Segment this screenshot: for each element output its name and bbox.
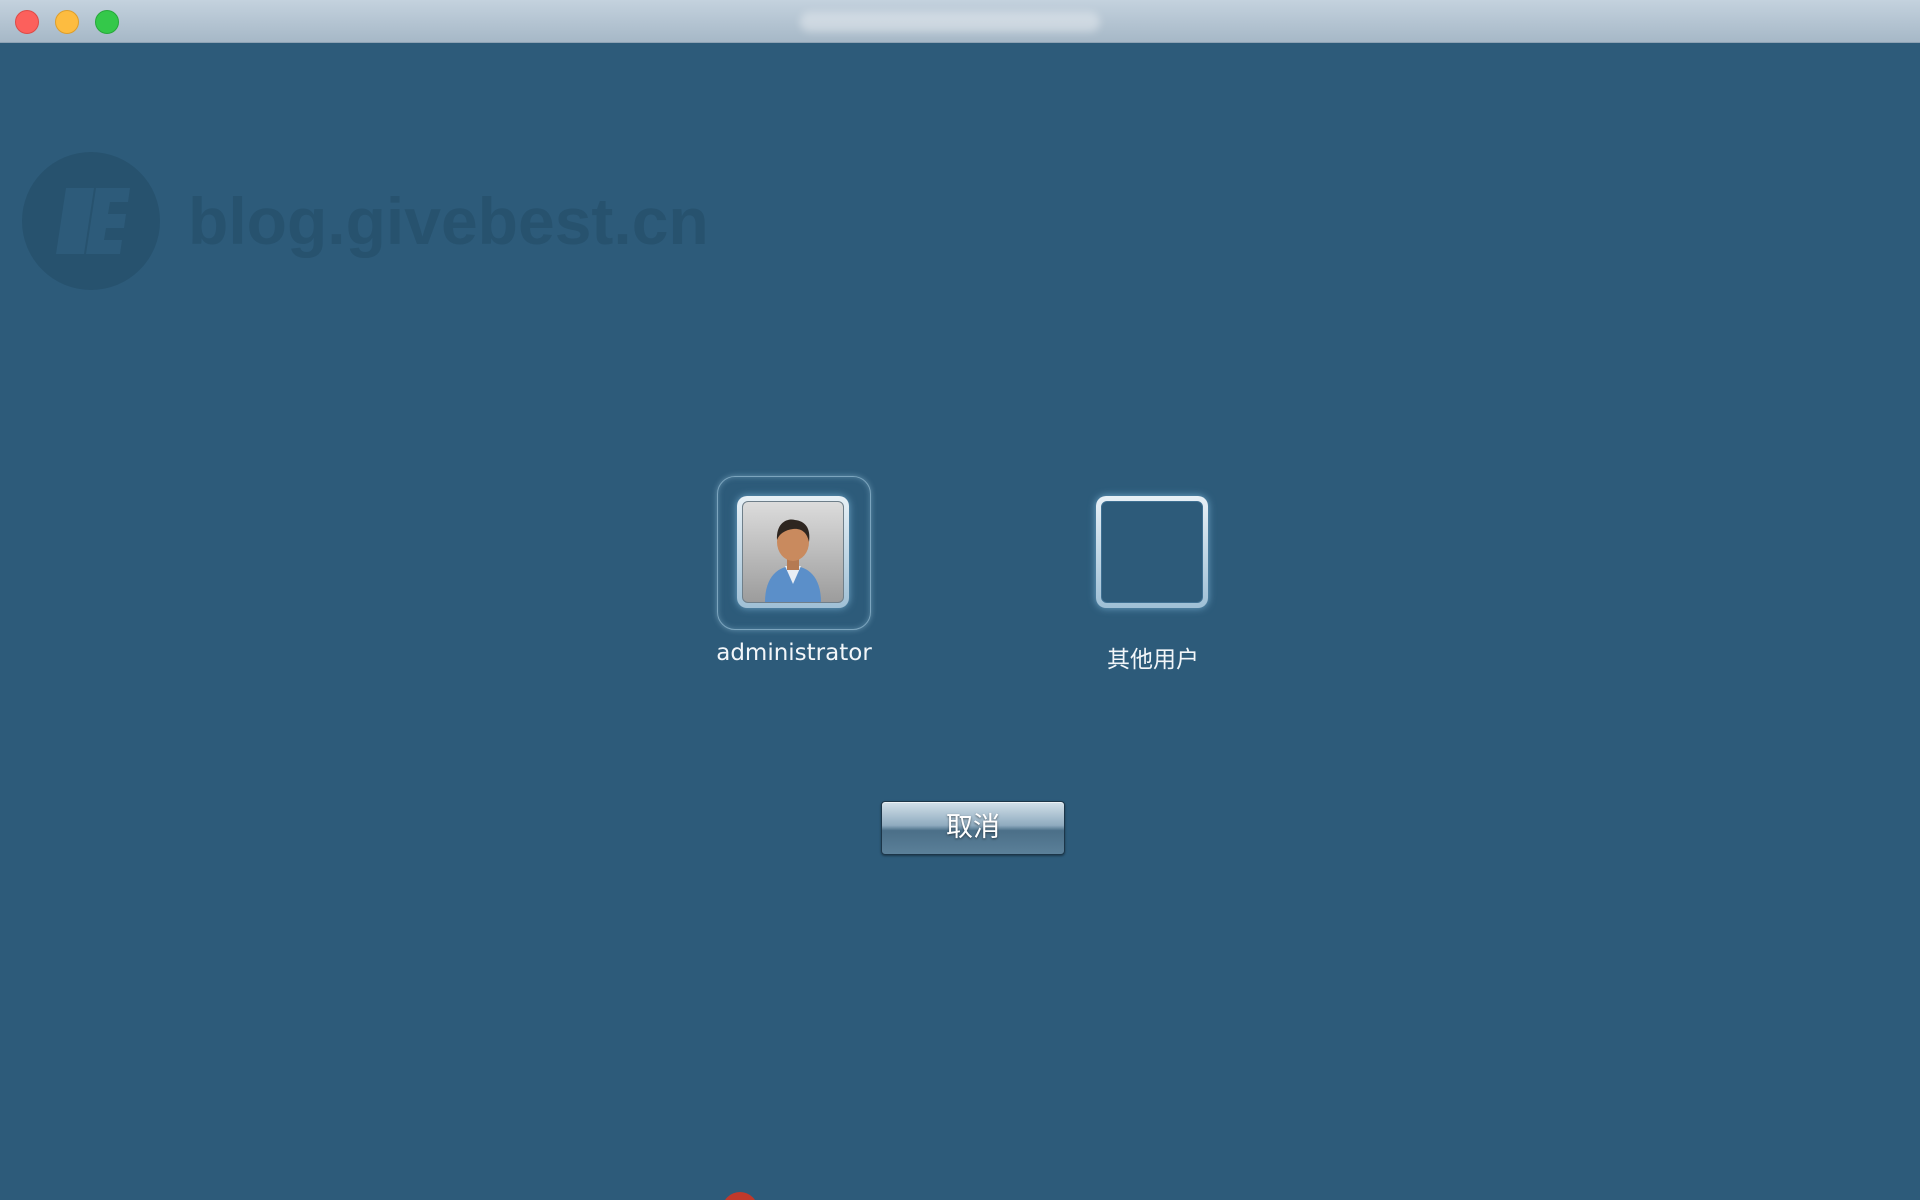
user-tile-administrator[interactable]: administrator [714, 476, 874, 666]
title-bar [0, 0, 1920, 43]
user-avatar-icon [742, 501, 844, 603]
watermark: blog.givebest.cn [22, 152, 709, 290]
close-window-button[interactable] [15, 10, 39, 34]
shutdown-icon[interactable] [722, 1192, 758, 1200]
avatar-box [737, 496, 849, 608]
window-title-blurred [800, 12, 1100, 32]
user-tile-other[interactable]: 其他用户 [1073, 476, 1233, 674]
cancel-button[interactable]: 取消 [881, 801, 1065, 855]
empty-avatar [1101, 501, 1203, 603]
user-tile-frame [717, 476, 871, 630]
watermark-text: blog.givebest.cn [188, 184, 709, 258]
user-tile-frame [1076, 476, 1230, 630]
avatar-box [1096, 496, 1208, 608]
watermark-logo-icon [22, 152, 160, 290]
minimize-window-button[interactable] [55, 10, 79, 34]
login-window: blog.givebest.cn administrator 其他用户 取消 [0, 0, 1920, 1200]
user-label: administrator [716, 640, 872, 666]
maximize-window-button[interactable] [95, 10, 119, 34]
user-label: 其他用户 [1107, 647, 1199, 673]
